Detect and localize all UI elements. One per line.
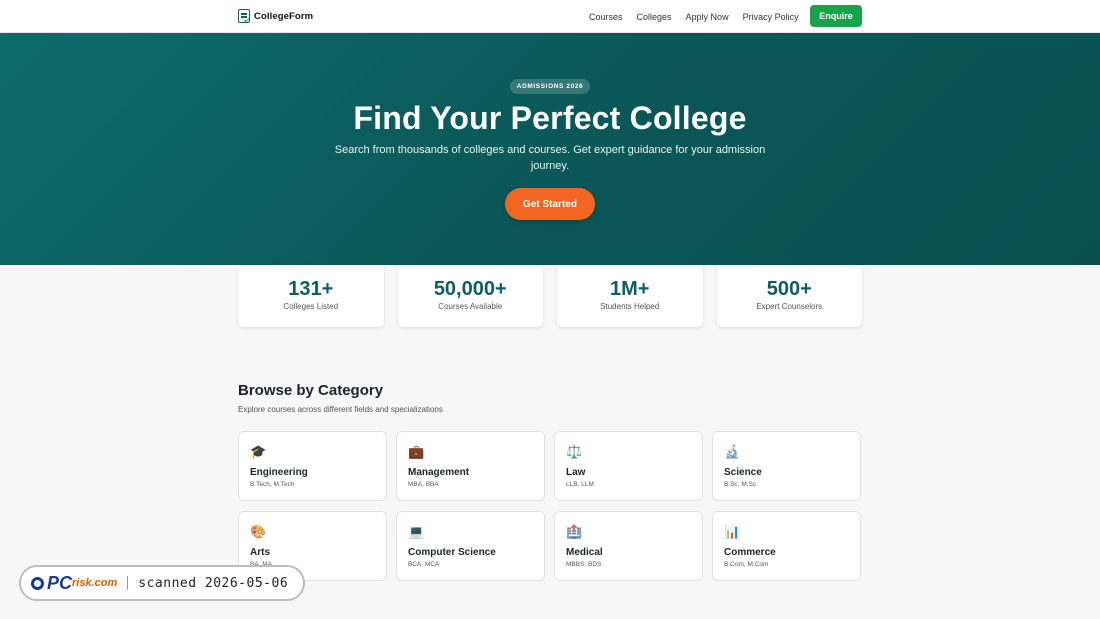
category-card-law[interactable]: ⚖️ Law LLB, LLM (554, 431, 703, 501)
category-courses: MBBS, BDS (566, 561, 602, 568)
laptop-icon: 💻 (408, 524, 425, 539)
nav-apply-now[interactable]: Apply Now (686, 12, 729, 22)
pcrisk-logo: PC risk.com (31, 573, 117, 594)
category-courses: B.Com, M.Com (724, 561, 769, 568)
hospital-icon: 🏥 (566, 524, 583, 539)
scan-watermark: PC risk.com scanned 2026-05-06 (19, 565, 305, 601)
category-card-medical[interactable]: 🏥 Medical MBBS, BDS (554, 511, 703, 581)
category-card-engineering[interactable]: 🎓 Engineering B.Tech, M.Tech (238, 431, 387, 501)
stat-value: 50,000+ (433, 278, 507, 300)
scan-date-text: scanned 2026-05-06 (138, 575, 289, 591)
stats-row: 131+ Colleges Listed 50,000+ Courses Ava… (238, 265, 862, 327)
category-name: Arts (250, 547, 271, 558)
stat-value: 131+ (288, 278, 334, 300)
top-navbar: CollegeForm Courses Colleges Apply Now P… (0, 0, 1100, 33)
nav-colleges[interactable]: Colleges (637, 12, 672, 22)
section-subtitle: Explore courses across different fields … (238, 405, 443, 414)
stat-label: Expert Counselors (756, 302, 823, 311)
category-name: Medical (566, 547, 603, 558)
logo-main: PC (47, 572, 73, 593)
stat-label: Courses Available (438, 302, 503, 311)
stamp-divider (127, 576, 129, 590)
hero-section: ADMISSIONS 2026 Find Your Perfect Colleg… (0, 33, 1100, 265)
get-started-button[interactable]: Get Started (505, 188, 595, 220)
category-card-commerce[interactable]: 📊 Commerce B.Com, M.Com (712, 511, 861, 581)
brand-logo[interactable]: CollegeForm (238, 9, 313, 23)
admissions-badge: ADMISSIONS 2026 (509, 79, 591, 94)
category-courses: B.Sc, M.Sc (724, 481, 757, 488)
category-card-management[interactable]: 💼 Management MBA, BBA (396, 431, 545, 501)
category-card-computer-science[interactable]: 💻 Computer Science BCA, MCA (396, 511, 545, 581)
palette-icon: 🎨 (250, 524, 267, 539)
stat-card-counselors: 500+ Expert Counselors (716, 265, 862, 327)
magnifier-icon (31, 576, 44, 590)
category-grid: 🎓 Engineering B.Tech, M.Tech 💼 Managemen… (238, 431, 862, 581)
category-courses: LLB, LLM (566, 481, 594, 488)
microscope-icon: 🔬 (724, 444, 741, 459)
graduation-cap-icon: 🎓 (250, 444, 267, 459)
bar-chart-icon: 📊 (724, 524, 741, 539)
stat-value: 500+ (766, 278, 812, 300)
logo-small: risk.com (72, 577, 118, 589)
stat-value: 1M+ (610, 278, 650, 300)
brand-name: CollegeForm (254, 10, 314, 22)
category-name: Management (408, 467, 470, 478)
category-courses: B.Tech, M.Tech (250, 481, 295, 488)
enquire-button[interactable]: Enquire (810, 5, 862, 27)
category-card-science[interactable]: 🔬 Science B.Sc, M.Sc (712, 431, 861, 501)
category-name: Law (566, 467, 586, 478)
stat-label: Students Helped (600, 302, 660, 311)
category-name: Computer Science (408, 547, 496, 558)
category-courses: BCA, MCA (408, 561, 440, 568)
category-name: Science (724, 467, 762, 478)
stat-label: Colleges Listed (283, 302, 339, 311)
stat-card-courses: 50,000+ Courses Available (397, 265, 543, 327)
category-name: Engineering (250, 467, 308, 478)
stat-card-colleges: 131+ Colleges Listed (238, 265, 384, 327)
nav-privacy-policy[interactable]: Privacy Policy (743, 12, 799, 22)
section-title: Browse by Category (238, 382, 384, 399)
checklist-icon (238, 9, 250, 23)
hero-subtitle: Search from thousands of colleges and co… (334, 144, 766, 172)
stat-card-students: 1M+ Students Helped (557, 265, 703, 327)
hero-title: Find Your Perfect College (353, 100, 747, 136)
main-nav: Courses Colleges Apply Now Privacy Polic… (589, 0, 799, 33)
briefcase-icon: 💼 (408, 444, 425, 459)
scales-icon: ⚖️ (566, 444, 583, 459)
nav-courses[interactable]: Courses (589, 12, 623, 22)
category-name: Commerce (724, 547, 776, 558)
category-courses: MBA, BBA (408, 481, 439, 488)
